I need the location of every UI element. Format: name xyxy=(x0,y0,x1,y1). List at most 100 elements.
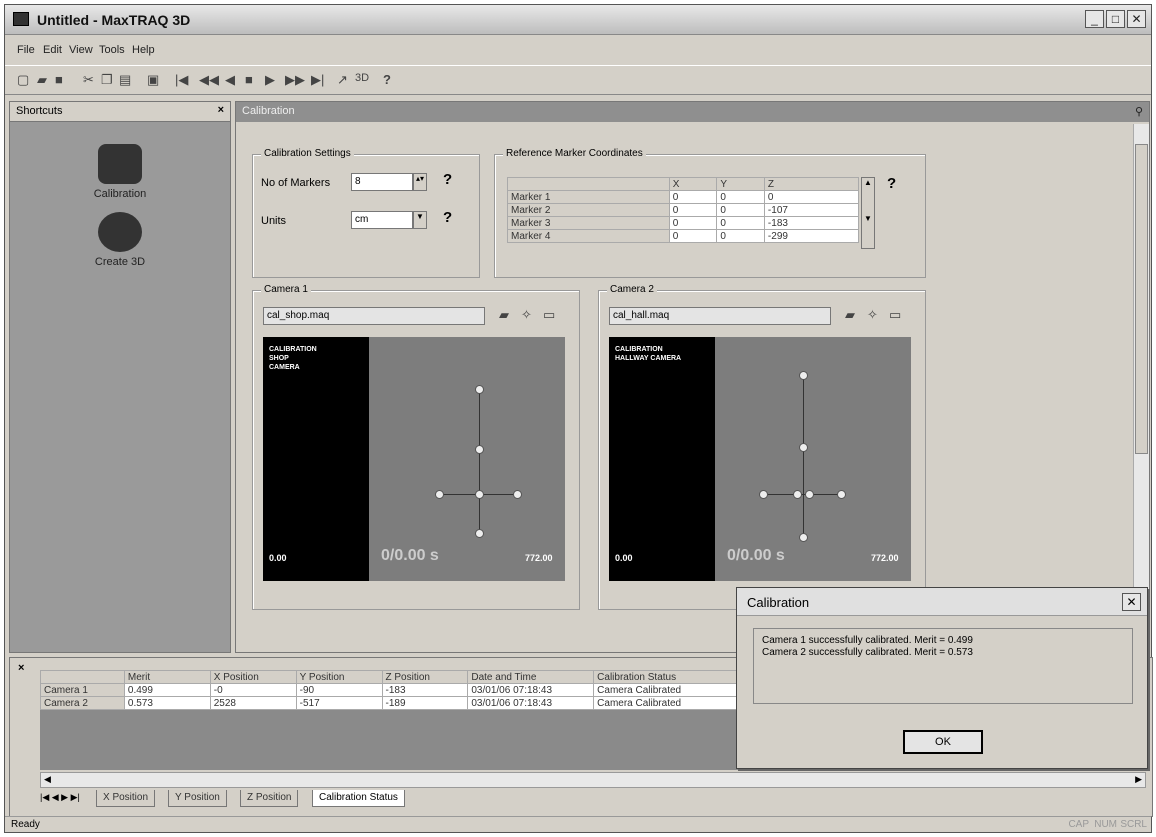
table-cell[interactable]: -107 xyxy=(763,203,860,217)
prev-frame-icon[interactable]: ◀ xyxy=(225,72,235,88)
units-help-icon[interactable]: ? xyxy=(443,209,452,226)
table-row[interactable]: Marker 3 0 0 -183 xyxy=(507,216,860,230)
maximize-button[interactable]: □ xyxy=(1106,10,1125,28)
table-cell[interactable]: 0 xyxy=(668,216,718,230)
menu-help[interactable]: Help xyxy=(132,44,155,56)
table-cell[interactable]: -183 xyxy=(381,683,469,697)
camera-2-marker[interactable] xyxy=(793,490,802,499)
markers-help-icon[interactable]: ? xyxy=(443,171,452,188)
cut-icon[interactable]: ✂ xyxy=(83,72,94,88)
print-icon[interactable]: ▣ xyxy=(147,72,159,88)
results-close-icon[interactable]: × xyxy=(18,662,24,674)
open-icon[interactable]: ▰ xyxy=(37,72,47,88)
camera-1-file-field[interactable]: cal_shop.maq xyxy=(263,307,485,325)
vertical-scroll-thumb[interactable] xyxy=(1135,144,1148,454)
wand-icon[interactable]: ↗ xyxy=(337,72,348,88)
table-cell[interactable]: 0 xyxy=(668,190,718,204)
camera-2-marker[interactable] xyxy=(837,490,846,499)
new-icon[interactable]: ▢ xyxy=(17,72,29,88)
table-row[interactable]: Marker 1 0 0 0 xyxy=(507,190,860,204)
tab-z-position[interactable]: Z Position xyxy=(240,790,299,807)
scroll-right-icon[interactable]: ▶ xyxy=(1135,774,1142,785)
tab-y-position[interactable]: Y Position xyxy=(168,790,227,807)
camera-1-video[interactable]: CALIBRATION SHOP CAMERA 0.00 0/0.00 s 77… xyxy=(263,337,565,581)
camera-2-tool-icon[interactable]: ▭ xyxy=(889,307,901,323)
tab-x-position[interactable]: X Position xyxy=(96,790,156,807)
shortcuts-close-button[interactable]: × xyxy=(218,104,224,116)
view-3d-button[interactable]: 3D xyxy=(355,72,369,84)
minimize-button[interactable]: _ xyxy=(1085,10,1104,28)
table-cell[interactable]: 03/01/06 07:18:43 xyxy=(467,683,595,697)
camera-1-marker[interactable] xyxy=(475,385,484,394)
dialog-close-button[interactable]: ✕ xyxy=(1122,593,1141,611)
camera-2-open-icon[interactable]: ▰ xyxy=(845,307,855,323)
reference-help-icon[interactable]: ? xyxy=(887,175,896,192)
table-row[interactable]: Marker 2 0 0 -107 xyxy=(507,203,860,217)
table-cell[interactable]: 0 xyxy=(716,229,765,243)
pin-icon[interactable]: ⚲ xyxy=(1135,105,1143,118)
table-cell[interactable]: -90 xyxy=(295,683,383,697)
shortcut-calibration[interactable]: Calibration xyxy=(70,144,170,200)
close-button[interactable]: ✕ xyxy=(1127,10,1146,28)
camera-2-marker[interactable] xyxy=(759,490,768,499)
tab-nav-icons[interactable]: |◀ ◀ ▶ ▶| xyxy=(40,792,80,803)
camera-1-marker[interactable] xyxy=(435,490,444,499)
reference-table[interactable]: X Y Z Marker 1 0 0 0 Marker 2 0 0 -107 M… xyxy=(507,177,860,243)
tab-calibration-status[interactable]: Calibration Status xyxy=(312,790,405,807)
stop-icon[interactable]: ■ xyxy=(245,72,253,87)
table-row[interactable]: Marker 4 0 0 -299 xyxy=(507,229,860,243)
table-cell[interactable]: -299 xyxy=(763,229,860,243)
camera-1-open-icon[interactable]: ▰ xyxy=(499,307,509,323)
units-dropdown-icon[interactable]: ▼ xyxy=(413,211,427,229)
help-icon[interactable]: ? xyxy=(383,72,391,87)
camera-1-marker[interactable] xyxy=(475,445,484,454)
table-cell[interactable]: 0 xyxy=(763,190,860,204)
first-frame-icon[interactable]: |◀ xyxy=(175,72,188,88)
table-cell[interactable]: Camera Calibrated xyxy=(593,696,740,710)
camera-2-marker[interactable] xyxy=(799,371,808,380)
camera-2-file-field[interactable]: cal_hall.maq xyxy=(609,307,831,325)
copy-icon[interactable]: ❐ xyxy=(101,72,113,88)
prev-fast-icon[interactable]: ◀◀ xyxy=(199,72,219,88)
camera-1-wand-icon[interactable]: ✧ xyxy=(521,307,532,323)
table-cell[interactable]: -189 xyxy=(381,696,469,710)
table-cell[interactable]: 0.499 xyxy=(123,683,211,697)
menu-edit[interactable]: Edit xyxy=(43,44,62,56)
paste-icon[interactable]: ▤ xyxy=(119,72,131,88)
results-table[interactable]: Merit X Position Y Position Z Position D… xyxy=(40,670,740,710)
table-cell[interactable]: 0 xyxy=(716,190,765,204)
table-cell[interactable]: -183 xyxy=(763,216,860,230)
table-row[interactable]: Camera 1 0.499 -0 -90 -183 03/01/06 07:1… xyxy=(40,683,740,697)
save-icon[interactable]: ■ xyxy=(55,72,63,87)
play-icon[interactable]: ▶ xyxy=(265,72,275,88)
camera-1-marker[interactable] xyxy=(475,490,484,499)
next-fast-icon[interactable]: ▶▶ xyxy=(285,72,305,88)
table-cell[interactable]: 0 xyxy=(668,229,718,243)
last-frame-icon[interactable]: ▶| xyxy=(311,72,324,88)
table-cell[interactable]: 0 xyxy=(716,203,765,217)
camera-2-wand-icon[interactable]: ✧ xyxy=(867,307,878,323)
shortcut-create-3d[interactable]: Create 3D xyxy=(70,212,170,268)
table-cell[interactable]: Camera Calibrated xyxy=(593,683,740,697)
menu-file[interactable]: File xyxy=(17,44,35,56)
camera-2-marker[interactable] xyxy=(799,533,808,542)
markers-spinner[interactable]: ▴▾ xyxy=(413,173,427,191)
camera-2-marker[interactable] xyxy=(799,443,808,452)
table-cell[interactable]: 0 xyxy=(716,216,765,230)
camera-1-marker[interactable] xyxy=(475,529,484,538)
menu-tools[interactable]: Tools xyxy=(99,44,125,56)
horizontal-scrollbar[interactable]: ◀ ▶ xyxy=(40,772,1146,788)
table-cell[interactable]: 03/01/06 07:18:43 xyxy=(467,696,595,710)
table-row[interactable]: Camera 2 0.573 2528 -517 -189 03/01/06 0… xyxy=(40,696,740,710)
markers-input[interactable]: 8 xyxy=(351,173,413,191)
units-select[interactable]: cm xyxy=(351,211,413,229)
ok-button[interactable]: OK xyxy=(903,730,983,754)
table-cell[interactable]: 2528 xyxy=(209,696,297,710)
vertical-scrollbar[interactable] xyxy=(1133,124,1149,652)
scroll-left-icon[interactable]: ◀ xyxy=(44,774,51,785)
table-cell[interactable]: -0 xyxy=(209,683,297,697)
menu-view[interactable]: View xyxy=(69,44,93,56)
camera-1-tool-icon[interactable]: ▭ xyxy=(543,307,555,323)
table-cell[interactable]: 0.573 xyxy=(123,696,211,710)
reference-table-scrollbar[interactable]: ▲ ▼ xyxy=(861,177,875,249)
